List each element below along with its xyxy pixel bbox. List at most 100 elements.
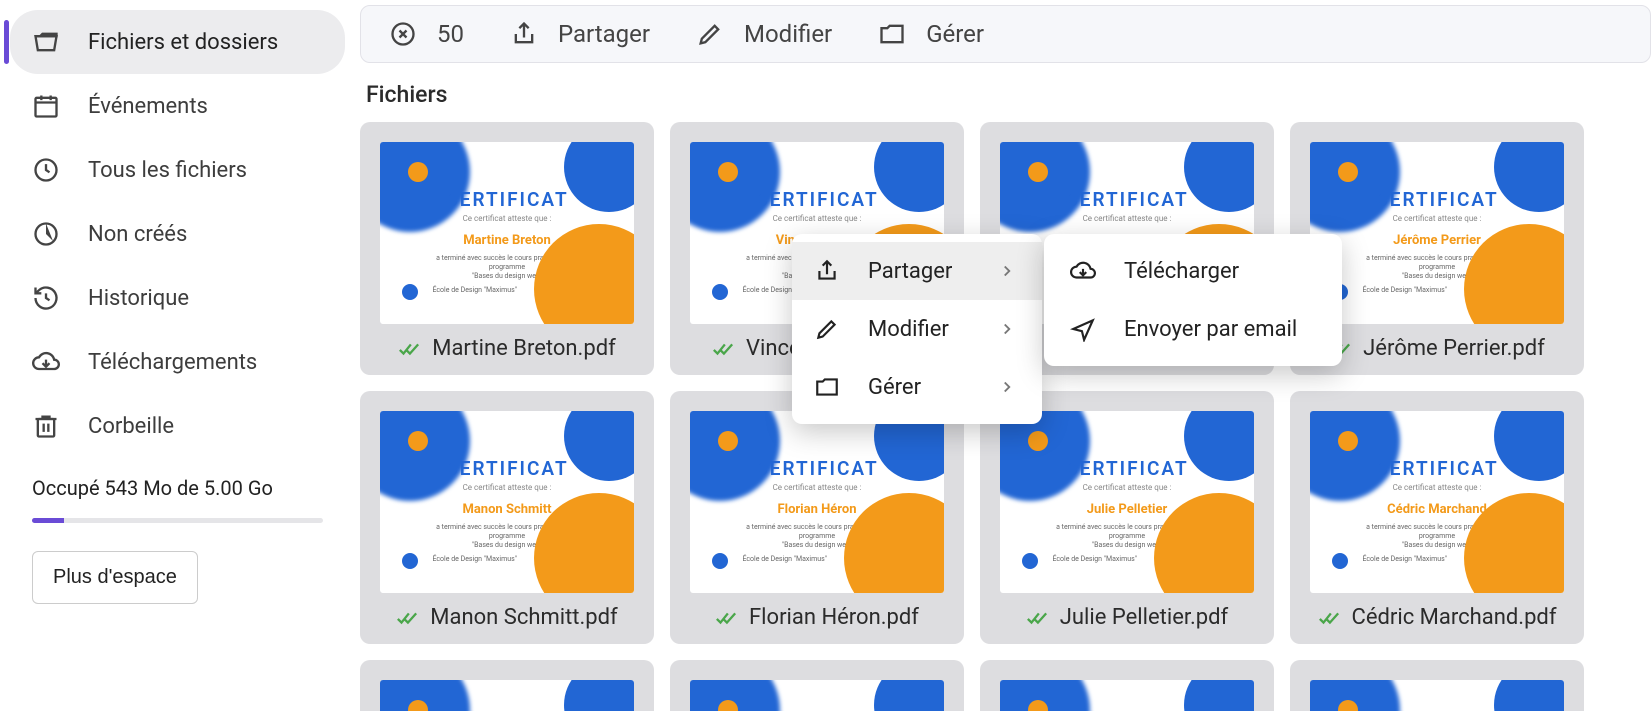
cert-person: Cédric Marchand: [1310, 502, 1564, 517]
sidebar-item-label: Téléchargements: [88, 350, 257, 375]
toolbar-label: Partager: [558, 20, 650, 48]
file-thumbnail: CERTIFICAT Ce certificat atteste que : C…: [1310, 411, 1564, 593]
file-thumbnail: CERTIFICAT Ce certificat atteste que : J…: [1000, 411, 1254, 593]
toolbar-manage[interactable]: Gérer: [878, 20, 984, 48]
file-thumbnail: CERTIFICAT Ce certificat atteste que : a…: [690, 680, 944, 711]
cert-desc: a terminé avec succès le cours pratique …: [380, 523, 634, 550]
cert-foot-right: Chef de projet: [848, 555, 892, 563]
sidebar-item-trash[interactable]: Corbeille: [10, 394, 345, 458]
ctx-edit[interactable]: Modifier: [792, 300, 1042, 358]
sidebar-item-files-folders[interactable]: Fichiers et dossiers: [10, 10, 345, 74]
storage-text: Occupé 543 Mo de 5.00 Go: [32, 476, 323, 500]
toolbar-label: Modifier: [744, 20, 832, 48]
cert-foot-right: Chef de projet: [1468, 555, 1512, 563]
ctx-label: Gérer: [868, 375, 970, 400]
history-icon: [32, 284, 60, 312]
sidebar-item-history[interactable]: Historique: [10, 266, 345, 330]
cert-title: CERTIFICAT: [380, 457, 634, 480]
file-card[interactable]: CERTIFICAT Ce certificat atteste que : a…: [1290, 660, 1584, 711]
file-name: Florian Héron.pdf: [749, 605, 919, 630]
toolbar: 50 Partager Modifier Gérer: [360, 5, 1651, 63]
storage-bar: [32, 518, 323, 523]
cert-title: CERTIFICAT: [1310, 457, 1564, 480]
double-check-icon: [1026, 607, 1048, 629]
cert-desc: a terminé avec succès le cours pratique …: [1310, 523, 1564, 550]
file-card[interactable]: CERTIFICAT Ce certificat atteste que : a…: [980, 660, 1274, 711]
cert-title: CERTIFICAT: [1000, 188, 1254, 211]
file-name: Jérôme Perrier.pdf: [1363, 336, 1545, 361]
sidebar-item-label: Corbeille: [88, 414, 174, 439]
download-cloud-icon: [32, 348, 60, 376]
cert-person: Manon Schmitt: [380, 502, 634, 517]
cert-foot-left: École de Design "Maximus": [1052, 555, 1136, 563]
cert-subtitle: Ce certificat atteste que :: [690, 214, 944, 223]
file-card[interactable]: CERTIFICAT Ce certificat atteste que : J…: [980, 391, 1274, 644]
file-name: Julie Pelletier.pdf: [1060, 605, 1228, 630]
folder-open-icon: [32, 28, 60, 56]
cert-title: CERTIFICAT: [690, 188, 944, 211]
share-icon: [510, 20, 538, 48]
chevron-right-icon: [998, 262, 1016, 280]
cert-foot-right: Chef de projet: [1158, 555, 1202, 563]
trash-icon: [32, 412, 60, 440]
cert-subtitle: Ce certificat atteste que :: [1310, 483, 1564, 492]
cert-desc: a terminé avec succès le cours pratique …: [1310, 254, 1564, 281]
cert-person: Jérôme Perrier: [1310, 233, 1564, 248]
cert-foot-left: École de Design "Maximus": [1362, 286, 1446, 294]
close-circle-icon: [389, 20, 417, 48]
double-check-icon: [396, 607, 418, 629]
selection-clear[interactable]: 50: [389, 20, 464, 48]
file-card[interactable]: CERTIFICAT Ce certificat atteste que : M…: [360, 122, 654, 375]
file-name: Manon Schmitt.pdf: [430, 605, 617, 630]
sidebar-item-all-files[interactable]: Tous les fichiers: [10, 138, 345, 202]
cert-person: Florian Héron: [690, 502, 944, 517]
sidebar-item-label: Fichiers et dossiers: [88, 30, 278, 55]
storage-bar-fill: [32, 518, 64, 523]
ctx-email[interactable]: Envoyer par email: [1044, 300, 1342, 358]
file-card[interactable]: CERTIFICAT Ce certificat atteste que : a…: [670, 660, 964, 711]
cert-desc: a terminé avec succès le cours pratique …: [380, 254, 634, 281]
storage-section: Occupé 543 Mo de 5.00 Go Plus d'espace: [10, 458, 345, 604]
double-check-icon: [715, 607, 737, 629]
cert-foot-left: École de Design "Maximus": [432, 286, 516, 294]
sidebar-item-label: Événements: [88, 94, 208, 119]
sidebar-item-label: Historique: [88, 286, 189, 311]
ctx-label: Partager: [868, 259, 970, 284]
chevron-right-icon: [998, 320, 1016, 338]
file-card[interactable]: CERTIFICAT Ce certificat atteste que : a…: [360, 660, 654, 711]
context-submenu: Télécharger Envoyer par email: [1044, 234, 1342, 366]
toolbar-edit[interactable]: Modifier: [696, 20, 832, 48]
file-card[interactable]: CERTIFICAT Ce certificat atteste que : F…: [670, 391, 964, 644]
file-thumbnail: CERTIFICAT Ce certificat atteste que : a…: [1310, 680, 1564, 711]
file-card[interactable]: CERTIFICAT Ce certificat atteste que : C…: [1290, 391, 1584, 644]
ctx-label: Télécharger: [1124, 259, 1316, 284]
file-name: Cédric Marchand.pdf: [1352, 605, 1557, 630]
ctx-manage[interactable]: Gérer: [792, 358, 1042, 416]
sidebar-item-not-created[interactable]: Non créés: [10, 202, 345, 266]
cert-foot-right: Chef de projet: [1468, 286, 1512, 294]
share-icon: [814, 258, 840, 284]
toolbar-share[interactable]: Partager: [510, 20, 650, 48]
cert-person: Martine Breton: [380, 233, 634, 248]
more-space-button[interactable]: Plus d'espace: [32, 551, 198, 604]
pencil-icon: [814, 316, 840, 342]
sidebar: Fichiers et dossiers Événements Tous les…: [0, 0, 355, 711]
file-card[interactable]: CERTIFICAT Ce certificat atteste que : M…: [360, 391, 654, 644]
ctx-download[interactable]: Télécharger: [1044, 242, 1342, 300]
clock-icon: [32, 156, 60, 184]
file-name: Martine Breton.pdf: [432, 336, 616, 361]
ctx-share[interactable]: Partager: [792, 242, 1042, 300]
sidebar-item-events[interactable]: Événements: [10, 74, 345, 138]
sidebar-item-downloads[interactable]: Téléchargements: [10, 330, 345, 394]
cert-subtitle: Ce certificat atteste que :: [690, 483, 944, 492]
ctx-label: Envoyer par email: [1124, 317, 1316, 342]
sidebar-item-label: Non créés: [88, 222, 187, 247]
folder-icon: [878, 20, 906, 48]
cert-subtitle: Ce certificat atteste que :: [380, 483, 634, 492]
file-thumbnail: CERTIFICAT Ce certificat atteste que : M…: [380, 142, 634, 324]
cert-title: CERTIFICAT: [380, 188, 634, 211]
double-check-icon: [712, 338, 734, 360]
cert-title: CERTIFICAT: [690, 457, 944, 480]
file-thumbnail: CERTIFICAT Ce certificat atteste que : F…: [690, 411, 944, 593]
cert-title: CERTIFICAT: [1310, 188, 1564, 211]
